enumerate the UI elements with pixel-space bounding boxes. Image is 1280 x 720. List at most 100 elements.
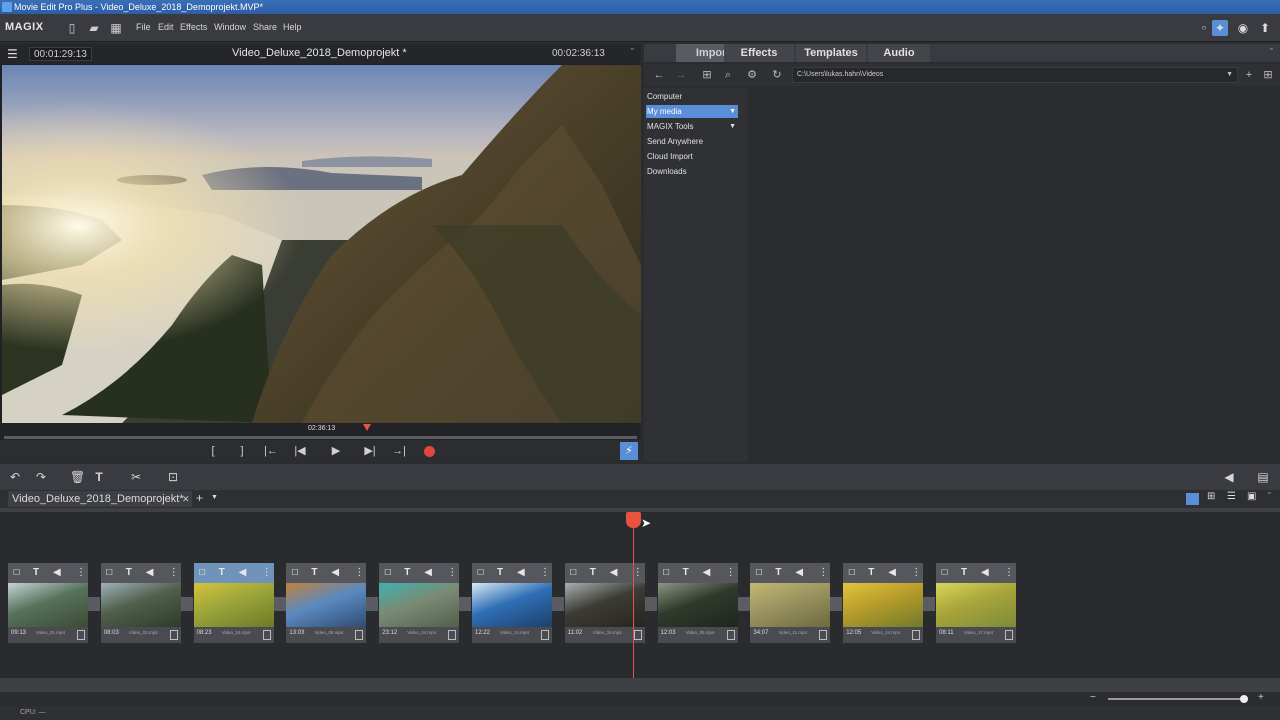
film-strip-icon[interactable] — [448, 630, 457, 640]
zoom-slider[interactable] — [1108, 698, 1248, 700]
next-marker-icon[interactable]: ▶| — [361, 444, 379, 458]
transition-marker[interactable] — [180, 597, 193, 611]
menu-share[interactable]: Share — [253, 22, 277, 32]
speaker-icon[interactable]: ◀ — [239, 567, 247, 579]
transition-marker[interactable] — [552, 597, 564, 611]
film-strip-icon[interactable] — [262, 630, 271, 640]
title-text-icon[interactable]: T — [683, 567, 689, 579]
timeline-view-icon[interactable]: ☰ — [1227, 491, 1236, 502]
redo-icon[interactable]: ↷ — [34, 470, 48, 484]
title-text-icon[interactable]: T — [497, 567, 503, 579]
checkbox-icon[interactable]: ☐ — [755, 567, 762, 579]
speaker-icon[interactable]: ◀ — [888, 567, 896, 579]
mixer-icon[interactable]: ▤ — [1256, 470, 1270, 484]
transition-marker[interactable] — [923, 597, 936, 611]
close-icon[interactable]: ✕ — [182, 491, 190, 507]
checkbox-icon[interactable]: ☐ — [384, 567, 391, 579]
title-text-icon[interactable]: T — [92, 470, 106, 484]
nav-item-cloud-import[interactable]: Cloud Import — [646, 150, 738, 163]
save-icon[interactable]: ▦ — [110, 21, 122, 35]
speaker-icon[interactable]: ◀ — [424, 567, 432, 579]
undock-icon[interactable]: ▫ — [1270, 46, 1272, 53]
tab-templates[interactable]: Templates — [796, 44, 866, 62]
jump-to-start-icon[interactable]: |← — [262, 444, 280, 458]
more-options-icon[interactable]: ⋮ — [354, 567, 364, 579]
new-file-icon[interactable]: ▯ — [66, 21, 78, 35]
more-options-icon[interactable]: ⋮ — [262, 567, 272, 579]
clip[interactable]: ☐ T ◀ ⋮ 13:03 Video_08.mp4 — [286, 563, 367, 643]
title-text-icon[interactable]: T — [590, 567, 596, 579]
checkbox-icon[interactable]: ☐ — [848, 567, 855, 579]
hamburger-menu-icon[interactable]: ☰ — [7, 47, 18, 61]
zoom-out-icon[interactable]: − — [1090, 692, 1096, 703]
mark-out-button[interactable]: ] — [233, 444, 251, 458]
magic-wand-icon[interactable]: ✦ — [1212, 20, 1228, 36]
open-folder-icon[interactable]: ▰ — [88, 21, 100, 35]
zoom-in-icon[interactable]: + — [1258, 692, 1264, 703]
checkbox-icon[interactable]: ☐ — [291, 567, 298, 579]
dot-icon[interactable]: ○ — [1196, 20, 1212, 36]
clip[interactable]: ☐ T ◀ ⋮ 12:05 Video_14.mp4 — [843, 563, 924, 643]
transition-marker[interactable] — [88, 597, 100, 611]
transition-marker[interactable] — [273, 597, 286, 611]
project-tab[interactable]: Video_Deluxe_2018_Demoprojekt* ✕ — [8, 491, 192, 507]
nav-item-computer[interactable]: Computer — [646, 90, 738, 103]
title-text-icon[interactable]: T — [404, 567, 410, 579]
title-text-icon[interactable]: T — [219, 567, 225, 579]
more-options-icon[interactable]: ⋮ — [818, 567, 828, 579]
transition-marker[interactable] — [459, 597, 472, 611]
more-options-icon[interactable]: ⋮ — [1004, 567, 1014, 579]
tab-effects[interactable]: Effects — [724, 44, 794, 62]
transition-marker[interactable] — [644, 597, 657, 611]
checkbox-icon[interactable]: ☐ — [106, 567, 113, 579]
clip[interactable]: ☐ T ◀ ⋮ 09:13 Video_01.mp4 — [8, 563, 88, 643]
insert-icon[interactable]: ⊡ — [166, 470, 180, 484]
film-strip-icon[interactable] — [169, 630, 178, 640]
folder-tree-icon[interactable]: ⊞ — [700, 68, 714, 82]
more-options-icon[interactable]: ⋮ — [540, 567, 550, 579]
chevron-down-icon[interactable]: ▼ — [211, 494, 218, 501]
tab-audio[interactable]: Audio — [868, 44, 930, 62]
speaker-icon[interactable]: ◀ — [703, 567, 711, 579]
checkbox-icon[interactable]: ☐ — [570, 567, 577, 579]
refresh-icon[interactable]: ↻ — [770, 68, 784, 82]
film-strip-icon[interactable] — [541, 630, 549, 640]
speaker-icon[interactable]: ◀ — [331, 567, 339, 579]
mark-in-button[interactable]: [ — [204, 444, 222, 458]
speaker-icon[interactable]: ◀ — [1222, 470, 1236, 484]
zoom-slider-handle[interactable] — [1240, 695, 1248, 703]
add-project-icon[interactable]: + — [196, 491, 203, 505]
upload-icon[interactable]: ⬆ — [1257, 20, 1273, 36]
transition-marker[interactable] — [830, 597, 843, 611]
more-options-icon[interactable]: ⋮ — [726, 567, 736, 579]
speaker-icon[interactable]: ◀ — [53, 567, 61, 579]
checkbox-icon[interactable]: ☐ — [13, 567, 20, 579]
path-field[interactable]: C:\Users\lukas.hahn\Videos ▼ — [792, 67, 1238, 83]
forward-arrow-icon[interactable]: → — [674, 68, 688, 82]
more-options-icon[interactable]: ⋮ — [447, 567, 457, 579]
menu-window[interactable]: Window — [214, 22, 246, 32]
scrubber-track[interactable] — [4, 436, 637, 439]
lightning-icon[interactable]: ⚡ — [620, 442, 638, 460]
undo-icon[interactable]: ↶ — [8, 470, 22, 484]
jump-to-end-icon[interactable]: →| — [390, 444, 408, 458]
checkbox-icon[interactable]: ☐ — [941, 567, 948, 579]
clip[interactable]: ☐ T ◀ ⋮ 12:22 Video_14.mp4 — [472, 563, 552, 643]
more-options-icon[interactable]: ⋮ — [633, 567, 643, 579]
clip[interactable]: ☐ T ◀ ⋮ 34:07 Video_11.mp4 — [750, 563, 831, 643]
film-strip-icon[interactable] — [726, 630, 735, 640]
search-icon[interactable]: ⌕ — [721, 68, 735, 82]
clip[interactable]: ☐ T ◀ ⋮ 08:23 Video_16.mp4 — [193, 563, 274, 643]
nav-item-downloads[interactable]: Downloads — [646, 165, 738, 178]
film-strip-icon[interactable] — [355, 630, 364, 640]
transition-marker[interactable] — [366, 597, 379, 611]
back-arrow-icon[interactable]: ← — [652, 68, 666, 82]
playhead-line[interactable] — [633, 516, 634, 678]
playhead-handle[interactable] — [626, 512, 641, 528]
menu-file[interactable]: File — [136, 22, 151, 32]
gear-icon[interactable]: ⚙ — [745, 68, 759, 82]
title-text-icon[interactable]: T — [775, 567, 781, 579]
speaker-icon[interactable]: ◀ — [517, 567, 525, 579]
trash-icon[interactable]: 🗑 — [70, 470, 85, 484]
title-text-icon[interactable]: T — [868, 567, 874, 579]
